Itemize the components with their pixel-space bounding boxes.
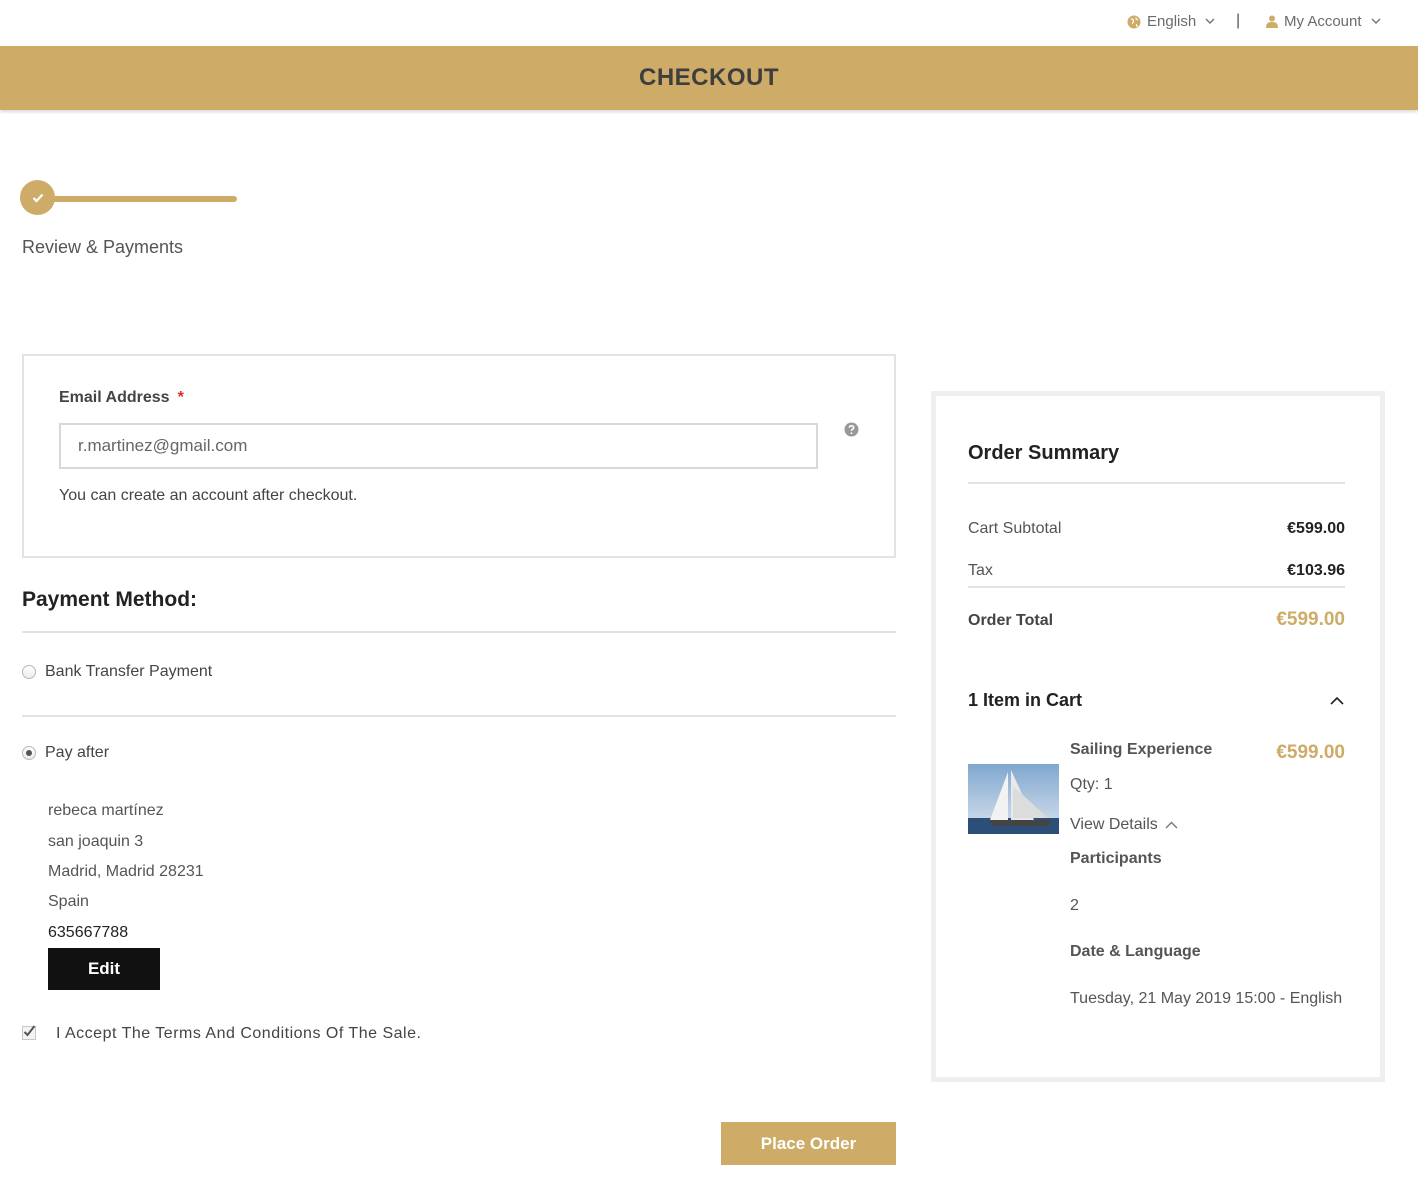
chevron-down-icon: [1371, 18, 1381, 25]
language-label: English: [1147, 13, 1197, 30]
chevron-down-icon: [1205, 18, 1215, 25]
tax-value: €103.96: [1287, 562, 1345, 579]
tax-label: Tax: [968, 562, 993, 579]
cart-item-name[interactable]: Sailing Experience: [1070, 741, 1212, 759]
cart-item-qty: Qty: 1: [1070, 776, 1113, 793]
option-label-date-language: Date & Language: [1070, 943, 1201, 960]
billing-phone: 635667788: [48, 924, 129, 941]
divider: [968, 586, 1345, 588]
option-value-date-language: Tuesday, 21 May 2019 15:00 - English: [1070, 990, 1343, 1007]
progress-bar: [40, 196, 237, 202]
place-order-button[interactable]: Place Order: [721, 1122, 896, 1165]
terms-checkbox[interactable]: [22, 1024, 38, 1040]
payment-option-label: Pay after: [45, 744, 110, 761]
payment-option-bank-transfer[interactable]: Bank Transfer Payment: [22, 663, 212, 681]
billing-name: rebeca martínez: [48, 802, 164, 819]
order-summary-title: Order Summary: [968, 442, 1120, 464]
page-title: CHECKOUT: [639, 64, 779, 91]
help-icon[interactable]: [844, 422, 859, 437]
option-value-participants: 2: [1070, 897, 1079, 914]
subtotal-label: Cart Subtotal: [968, 520, 1062, 537]
items-in-cart-title: 1 Item in Cart: [968, 690, 1083, 710]
radio-bank-transfer[interactable]: [22, 665, 36, 679]
option-label-participants: Participants: [1070, 850, 1162, 867]
account-label: My Account: [1284, 13, 1362, 30]
topbar-separator: |: [1236, 12, 1241, 29]
billing-country: Spain: [48, 893, 89, 910]
order-total-value: €599.00: [1276, 609, 1345, 630]
required-marker: *: [177, 389, 184, 406]
progress-step-label: Review & Payments: [22, 237, 184, 257]
payment-option-pay-after[interactable]: Pay after: [22, 744, 109, 762]
order-total-label: Order Total: [968, 612, 1054, 629]
divider: [22, 715, 896, 717]
order-summary: Order Summary Cart Subtotal €599.00 Tax …: [931, 391, 1385, 1082]
payment-method-title: Payment Method:: [22, 588, 198, 611]
subtotal-value: €599.00: [1287, 520, 1345, 537]
my-account-menu[interactable]: My Account: [1266, 13, 1381, 30]
email-label: Email Address *: [59, 389, 184, 407]
product-thumbnail: [968, 764, 1059, 834]
billing-city: Madrid, Madrid 28231: [48, 863, 204, 880]
view-details-label: View Details: [1070, 816, 1158, 833]
email-note: You can create an account after checkout…: [59, 487, 358, 504]
progress-step-marker: [20, 180, 55, 215]
chevron-up-icon[interactable]: [1330, 696, 1344, 705]
chevron-up-icon: [1165, 821, 1178, 829]
email-section: Email Address * You can create an account…: [22, 354, 896, 558]
cart-item-price: €599.00: [1276, 742, 1345, 763]
radio-selected-dot: [26, 750, 32, 756]
user-icon: [1266, 15, 1278, 28]
divider: [968, 482, 1345, 484]
view-details-toggle[interactable]: View Details: [1070, 816, 1178, 834]
edit-address-button[interactable]: Edit: [48, 948, 160, 990]
checkmark-icon: [32, 193, 43, 203]
email-field[interactable]: [59, 423, 818, 469]
payment-option-label: Bank Transfer Payment: [45, 663, 213, 680]
billing-street: san joaquin 3: [48, 833, 144, 850]
language-switcher[interactable]: English: [1127, 13, 1215, 30]
radio-pay-after[interactable]: [22, 746, 36, 760]
top-bar: English | My Account: [0, 0, 1418, 46]
email-label-text: Email Address: [59, 389, 170, 406]
checkout-header: CHECKOUT: [0, 46, 1418, 110]
terms-label: I Accept The Terms And Conditions Of The…: [56, 1025, 422, 1042]
globe-icon: [1127, 15, 1141, 28]
divider: [22, 631, 896, 633]
